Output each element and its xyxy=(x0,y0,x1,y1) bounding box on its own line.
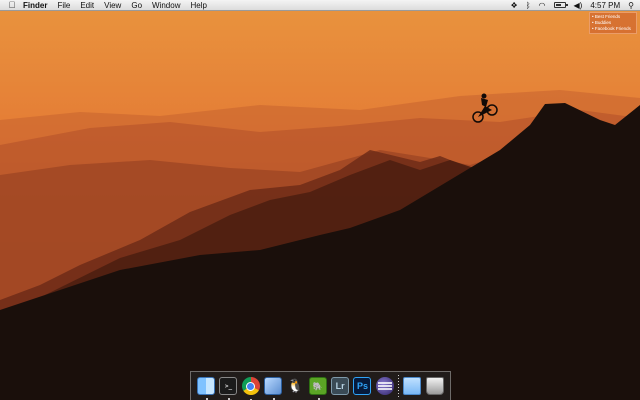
menu-edit[interactable]: Edit xyxy=(75,0,99,11)
menu-help[interactable]: Help xyxy=(185,0,211,11)
menu-bar:  Finder File Edit View Go Window Help ❖… xyxy=(0,0,640,11)
spotlight-search-icon[interactable]: ⚲ xyxy=(628,0,634,11)
preview-icon[interactable] xyxy=(264,377,283,400)
wifi-icon[interactable]: ◠ xyxy=(539,0,546,11)
dropbox-icon[interactable]: ❖ xyxy=(511,0,518,11)
photoshop-icon[interactable]: Ps xyxy=(353,377,372,395)
dock-separator xyxy=(398,375,400,397)
terminal-icon[interactable]: >_ xyxy=(219,377,238,400)
menu-view[interactable]: View xyxy=(99,0,126,11)
lightroom-icon[interactable]: Lr xyxy=(331,377,350,395)
evernote-icon[interactable]: 🐘 xyxy=(308,377,327,400)
notification-widget[interactable]: • Best Friends • Buddies • Facebook Frie… xyxy=(589,12,637,34)
dock: >_ 🐧 🐘 Lr Ps xyxy=(190,371,451,400)
apple-icon[interactable]:  xyxy=(0,0,18,10)
menu-file[interactable]: File xyxy=(52,0,75,11)
trash-icon[interactable] xyxy=(425,377,444,395)
volume-icon[interactable]: ◀) xyxy=(574,0,583,11)
menu-go[interactable]: Go xyxy=(126,0,147,11)
menu-window[interactable]: Window xyxy=(147,0,185,11)
finder-icon[interactable] xyxy=(197,377,216,400)
folder-icon[interactable] xyxy=(403,377,422,395)
tux-icon[interactable]: 🐧 xyxy=(286,377,304,395)
battery-icon[interactable] xyxy=(553,2,568,8)
eclipse-icon[interactable] xyxy=(375,377,394,395)
menu-clock[interactable]: 4:57 PM xyxy=(590,1,620,10)
chrome-icon[interactable] xyxy=(241,377,260,400)
bluetooth-icon[interactable]: ᛒ xyxy=(526,0,531,11)
menu-app-name[interactable]: Finder xyxy=(18,0,52,11)
notif-item-facebook-friends[interactable]: • Facebook Friends xyxy=(592,26,634,32)
desktop-wallpaper xyxy=(0,0,640,400)
